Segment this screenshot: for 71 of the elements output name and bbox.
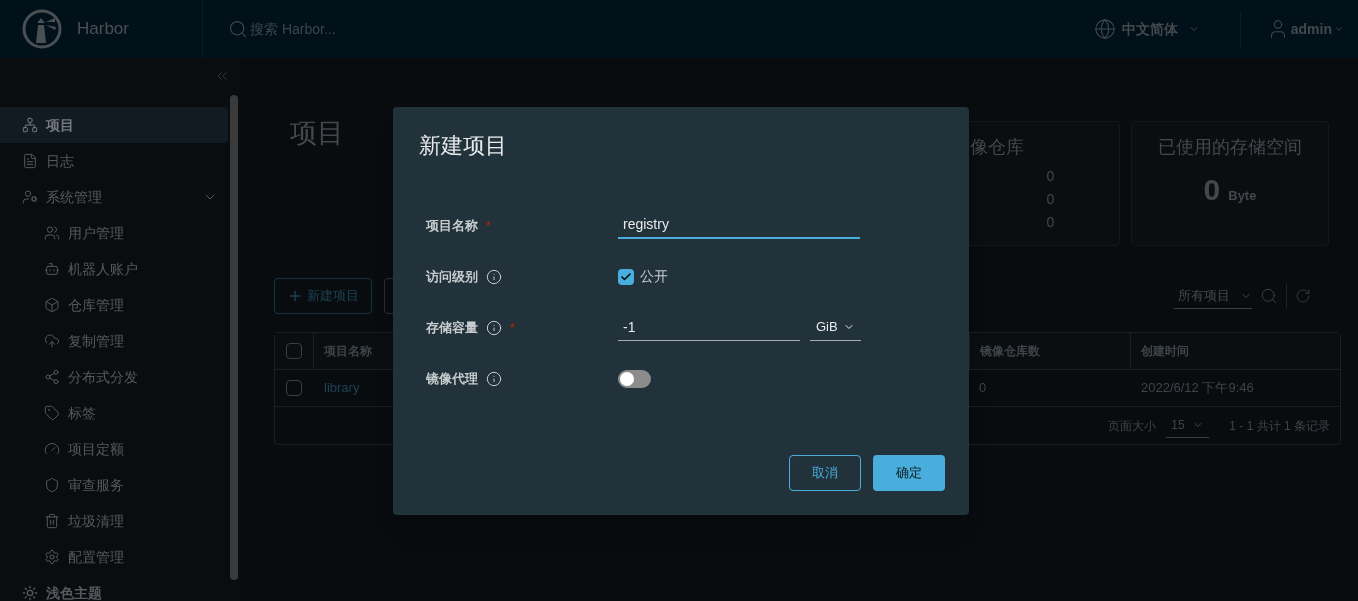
theme-toggle[interactable]: 浅色主题 [0,575,228,601]
info-icon[interactable] [486,268,502,285]
menu-icon [44,333,60,349]
unit-select[interactable]: GiB [810,314,861,341]
menu-icon [44,477,60,493]
project-filter[interactable]: 所有项目 [1174,283,1252,309]
user-menu[interactable]: admin [1266,18,1344,40]
checkbox-label: 公开 [640,267,668,286]
new-project-button[interactable]: 新建项目 [274,278,372,314]
sidebar-item[interactable]: 垃圾清理 [0,503,228,539]
card-title: 像仓库 [970,136,1025,159]
card-title: 已使用的存储空间 [1158,136,1302,159]
sun-icon [22,585,38,601]
count-value: 0 [1046,213,1055,232]
sidebar-item[interactable]: 分布式分发 [0,359,228,395]
refresh-icon[interactable] [1295,288,1311,304]
sidebar-item[interactable]: 项目定额 [0,431,228,467]
page-title: 项目 [290,117,344,150]
menu-icon [44,369,60,385]
sidebar-item[interactable]: 日志 [0,143,228,179]
field-label: 项目名称 [426,216,478,235]
sidebar-item[interactable]: 用户管理 [0,215,228,251]
field-label: 访问级别 [426,267,478,286]
count-value: 0 [1046,190,1055,209]
field-label: 镜像代理 [426,369,478,388]
storage-unit: Byte [1228,186,1257,205]
menu-icon [44,225,60,241]
menu-icon [44,261,60,277]
sidebar-item[interactable]: 系统管理 [0,179,202,215]
check-icon [620,270,632,283]
menu-icon [44,549,60,565]
language-menu[interactable]: 中文简体 [1093,11,1241,47]
required-mark: * [486,217,491,235]
menu-icon [44,405,60,421]
sidebar-item[interactable]: 机器人账户 [0,251,228,287]
page-size-select[interactable]: 15 [1166,413,1210,438]
search-field[interactable]: 搜索 Harbor... [250,18,336,40]
sidebar-item[interactable]: 项目 [0,107,228,143]
plus-icon [287,288,303,304]
project-name-input[interactable]: registry [618,212,860,239]
proxy-toggle[interactable] [618,369,651,388]
checkbox[interactable] [286,343,302,359]
public-checkbox[interactable] [618,268,634,285]
info-icon[interactable] [486,370,502,387]
count-value: 0 [1046,167,1055,186]
brand-name: Harbor [77,18,129,41]
sidebar-item[interactable]: 仓库管理 [0,287,228,323]
checkbox[interactable] [286,380,302,396]
menu-icon [22,153,38,169]
globe-icon [1093,18,1116,40]
field-label: 存储容量 [426,318,478,337]
menu-icon [22,117,38,133]
sidebar-item[interactable]: 标签 [0,395,228,431]
menu-icon [44,441,60,457]
quota-input[interactable]: -1 [618,314,800,341]
search-icon[interactable] [228,19,248,39]
lighthouse-logo-icon [22,9,62,49]
chevron-down-icon [1334,24,1344,34]
menu-icon [22,189,38,205]
storage-value: 0 [1203,175,1221,205]
confirm-button[interactable]: 确定 [873,455,945,491]
sidebar-item[interactable]: 复制管理 [0,323,228,359]
required-mark: * [510,319,515,337]
menu-icon [44,513,60,529]
dialog-title: 新建项目 [419,132,508,160]
info-icon[interactable] [486,319,502,336]
sidebar-item[interactable]: 审查服务 [0,467,228,503]
sidebar-item[interactable]: 配置管理 [0,539,228,575]
cancel-button[interactable]: 取消 [789,455,861,491]
search-icon[interactable] [1260,287,1278,305]
menu-icon [44,297,60,313]
